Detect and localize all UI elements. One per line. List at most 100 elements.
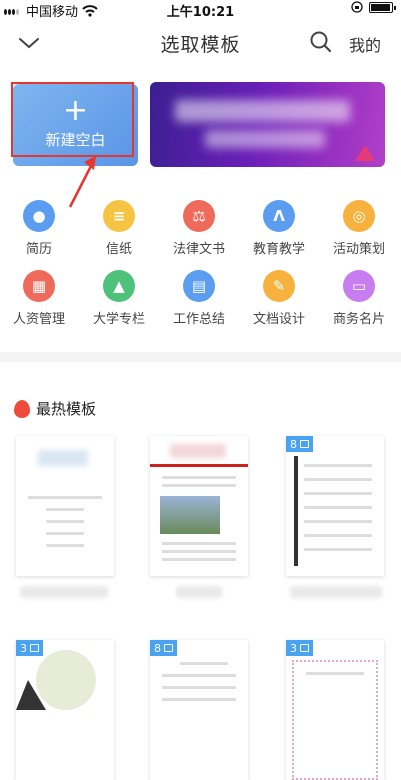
badge-count: 8 [290, 437, 297, 451]
category-hr[interactable]: ▦ 人资管理 [4, 270, 74, 327]
decorative-border [292, 660, 378, 780]
clock: 上午10:21 [166, 5, 235, 20]
text-line [162, 558, 236, 561]
nav-bar: 选取模板 我的 [0, 20, 401, 64]
text-line [162, 542, 236, 545]
category-label: 信纸 [105, 242, 132, 257]
status-bar: 中国移动 上午10:21 [0, 0, 401, 20]
fire-icon [14, 399, 30, 418]
hot-section-title: 最热模板 [36, 400, 97, 418]
text-line [306, 672, 364, 675]
battery-fill [371, 3, 390, 11]
photo-image [160, 496, 220, 534]
text-line [304, 520, 372, 523]
rotation-lock-icon [351, 1, 363, 13]
category-label: 工作总结 [172, 312, 225, 327]
category-label: 简历 [25, 242, 52, 257]
template-caption-blurred [290, 586, 382, 598]
template-card[interactable] [16, 436, 114, 576]
graduation-cap-icon: ▲ [103, 270, 135, 302]
text-line [162, 686, 236, 689]
category-resume[interactable]: ● 简历 [4, 200, 74, 257]
badge-count: 8 [154, 641, 161, 655]
text-line [28, 496, 102, 499]
banner-blurred-text [175, 100, 350, 122]
ticket-icon [30, 644, 39, 652]
text-line [46, 544, 84, 547]
education-icon: Λ [263, 200, 295, 232]
text-line [162, 476, 236, 479]
category-event[interactable]: ◎ 活动策划 [324, 200, 394, 257]
text-line [46, 520, 84, 523]
hr-icon: ▦ [23, 270, 55, 302]
category-label: 活动策划 [332, 242, 385, 257]
hot-section-header: 最热模板 [14, 398, 96, 419]
page-title: 选取模板 [160, 34, 241, 56]
new-blank-label: 新建空白 [45, 131, 106, 149]
category-business-card[interactable]: ▭ 商务名片 [324, 270, 394, 327]
text-line [304, 464, 372, 467]
triangle-decoration-icon [355, 145, 375, 161]
category-legal[interactable]: ⚖ 法律文书 [164, 200, 234, 257]
text-line [304, 548, 372, 551]
template-card[interactable]: 8 [150, 640, 248, 780]
category-label: 商务名片 [332, 312, 385, 327]
page-count-badge: 3 [286, 640, 313, 656]
balloon-icon: ◎ [343, 200, 375, 232]
blurred-header [38, 450, 88, 466]
category-label: 教育教学 [252, 242, 305, 257]
letter-icon: ≡ [103, 200, 135, 232]
text-line [304, 506, 372, 509]
badge-count: 3 [20, 641, 27, 655]
text-line [304, 492, 372, 495]
text-line [162, 698, 236, 701]
blurred-header [170, 444, 226, 458]
moon-image [36, 650, 96, 710]
template-card[interactable] [150, 436, 248, 576]
text-line [46, 532, 84, 535]
category-letter[interactable]: ≡ 信纸 [84, 200, 154, 257]
red-rule [150, 464, 248, 467]
page-count-badge: 3 [16, 640, 43, 656]
card-icon: ▭ [343, 270, 375, 302]
ticket-icon [300, 644, 309, 652]
search-icon[interactable] [309, 30, 333, 54]
text-line [162, 674, 236, 677]
section-divider [0, 352, 401, 362]
design-tools-icon: ✎ [263, 270, 295, 302]
page-count-badge: 8 [150, 640, 177, 656]
side-bar [294, 456, 298, 566]
mine-button[interactable]: 我的 [349, 32, 381, 56]
text-line [180, 662, 228, 665]
text-line [162, 484, 236, 487]
text-line [46, 508, 84, 511]
category-label: 大学专栏 [92, 312, 145, 327]
template-card[interactable]: 3 [16, 640, 114, 780]
category-education[interactable]: Λ 教育教学 [244, 200, 314, 257]
category-label: 法律文书 [172, 242, 225, 257]
category-doc-design[interactable]: ✎ 文档设计 [244, 270, 314, 327]
gavel-icon: ⚖ [183, 200, 215, 232]
plus-icon: + [62, 93, 89, 128]
person-icon: ● [23, 200, 55, 232]
battery-icon [369, 1, 396, 13]
template-card[interactable]: 3 [286, 640, 384, 780]
banner-blurred-subtext [205, 130, 325, 148]
badge-count: 3 [290, 641, 297, 655]
text-line [162, 550, 236, 553]
template-card[interactable]: 8 [286, 436, 384, 576]
template-caption-blurred [176, 586, 222, 598]
text-line [304, 534, 372, 537]
page-count-badge: 8 [286, 436, 313, 452]
template-caption-blurred [20, 586, 108, 598]
text-line [304, 478, 372, 481]
clipboard-icon: ▤ [183, 270, 215, 302]
category-university[interactable]: ▲ 大学专栏 [84, 270, 154, 327]
category-label: 文档设计 [252, 312, 305, 327]
category-work-summary[interactable]: ▤ 工作总结 [164, 270, 234, 327]
ticket-icon [164, 644, 173, 652]
promo-banner[interactable] [150, 82, 385, 167]
status-right [351, 1, 396, 13]
category-label: 人资管理 [12, 312, 65, 327]
ticket-icon [300, 440, 309, 448]
